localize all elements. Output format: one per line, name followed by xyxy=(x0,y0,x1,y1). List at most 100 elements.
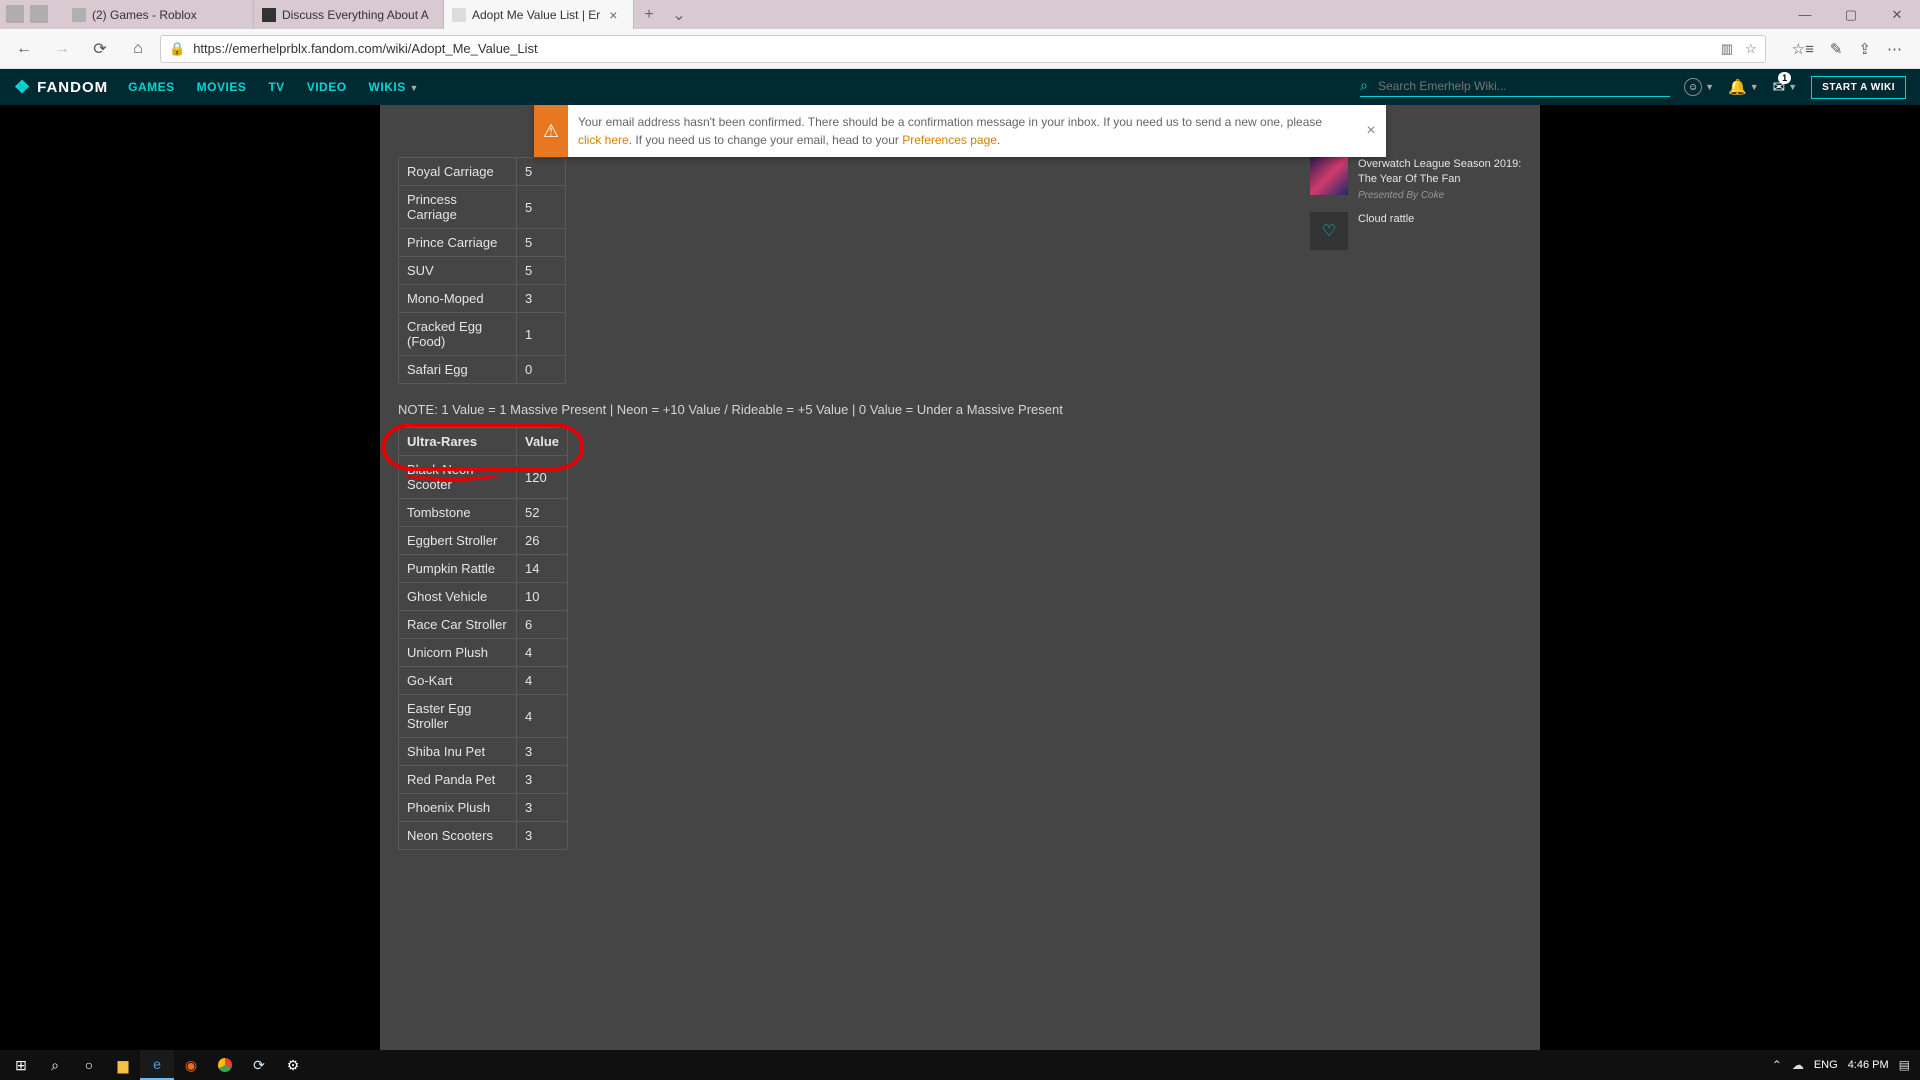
tab-label: Adopt Me Value List | Er xyxy=(472,8,600,22)
item-name: Black Neon Scooter xyxy=(399,456,517,499)
user-menu[interactable]: ☺ ▼ xyxy=(1684,78,1714,96)
tray-chevron-icon[interactable]: ⌃ xyxy=(1772,1058,1782,1072)
item-value: 120 xyxy=(517,456,568,499)
more-icon[interactable]: ⋯ xyxy=(1887,40,1902,58)
minimize-button[interactable]: — xyxy=(1782,0,1828,29)
table-row: Phoenix Plush3 xyxy=(399,794,568,822)
warning-icon: ⚠ xyxy=(534,105,568,157)
steam-icon[interactable]: ⟳ xyxy=(242,1050,276,1080)
tab-label: (2) Games - Roblox xyxy=(92,8,197,22)
close-button[interactable]: ✕ xyxy=(1874,0,1920,29)
forward-button[interactable]: → xyxy=(46,33,78,65)
bell-icon: 🔔 xyxy=(1728,78,1747,96)
thumb-image xyxy=(1310,212,1348,250)
address-bar[interactable]: 🔒 https://emerhelprblx.fandom.com/wiki/A… xyxy=(160,35,1766,63)
start-wiki-button[interactable]: START A WIKI xyxy=(1811,76,1906,99)
card-subtitle: Presented By Coke xyxy=(1358,189,1522,203)
nav-video[interactable]: VIDEO xyxy=(307,80,347,94)
item-value: 3 xyxy=(517,738,568,766)
item-name: Easter Egg Stroller xyxy=(399,695,517,738)
start-button[interactable]: ⊞ xyxy=(4,1050,38,1080)
onedrive-icon[interactable]: ☁ xyxy=(1792,1058,1804,1072)
tabs-overflow-button[interactable]: ⌄ xyxy=(664,0,694,29)
share-icon[interactable]: ⇪ xyxy=(1858,40,1871,58)
table-row: Royal Carriage5 xyxy=(399,158,566,186)
email-confirm-banner: ⚠ Your email address hasn't been confirm… xyxy=(534,105,1386,157)
new-tab-button[interactable]: + xyxy=(634,0,664,29)
item-name: Red Panda Pet xyxy=(399,766,517,794)
value-note: NOTE: 1 Value = 1 Massive Present | Neon… xyxy=(398,402,1290,417)
table-row: Race Car Stroller6 xyxy=(399,611,568,639)
language-indicator[interactable]: ENG xyxy=(1814,1059,1838,1071)
fandom-nav: GAMES MOVIES TV VIDEO WIKIS ▼ xyxy=(128,80,419,94)
windows-taskbar: ⊞ ⌕ ○ ▆ e ◉ ⟳ ⚙ ⌃ ☁ ENG 4:46 PM ▤ xyxy=(0,1050,1920,1080)
col-name: Ultra-Rares xyxy=(399,428,517,456)
item-name: Unicorn Plush xyxy=(399,639,517,667)
nav-wikis[interactable]: WIKIS ▼ xyxy=(369,80,419,94)
tab-adoptme-active[interactable]: Adopt Me Value List | Er × xyxy=(444,0,634,29)
banner-close-button[interactable]: × xyxy=(1356,105,1386,157)
tab-discuss[interactable]: Discuss Everything About A xyxy=(254,0,444,29)
messages-menu[interactable]: ✉ 1 ▼ xyxy=(1773,78,1798,96)
item-value: 3 xyxy=(517,822,568,850)
ultra-rares-table: Ultra-RaresValueBlack Neon Scooter120Tom… xyxy=(398,427,568,850)
favorite-icon[interactable]: ☆ xyxy=(1745,41,1757,57)
chrome-icon[interactable] xyxy=(208,1050,242,1080)
cortana-button[interactable]: ○ xyxy=(72,1050,106,1080)
item-name: Cracked Egg (Food) xyxy=(399,313,517,356)
settings-icon[interactable]: ⚙ xyxy=(276,1050,310,1080)
edge-icon[interactable]: e xyxy=(140,1050,174,1080)
system-tray: ⌃ ☁ ENG 4:46 PM ▤ xyxy=(1772,1058,1916,1072)
table-row: Cracked Egg (Food)1 xyxy=(399,313,566,356)
message-badge: 1 xyxy=(1778,72,1791,84)
tab-roblox[interactable]: (2) Games - Roblox xyxy=(64,0,254,29)
back-button[interactable]: ← xyxy=(8,33,40,65)
table-row: Unicorn Plush4 xyxy=(399,639,568,667)
item-value: 1 xyxy=(517,313,566,356)
notes-icon[interactable]: ✎ xyxy=(1830,40,1843,58)
table-row: Pumpkin Rattle14 xyxy=(399,555,568,583)
item-name: Prince Carriage xyxy=(399,229,517,257)
search-box[interactable]: ⌕ xyxy=(1360,77,1670,97)
page-viewport[interactable]: Royal Carriage5Princess Carriage5Prince … xyxy=(0,105,1920,1050)
table-row: Prince Carriage5 xyxy=(399,229,566,257)
clock[interactable]: 4:46 PM xyxy=(1848,1059,1889,1071)
item-name: Go-Kart xyxy=(399,667,517,695)
file-explorer-icon[interactable]: ▆ xyxy=(106,1050,140,1080)
main-column: Royal Carriage5Princess Carriage5Prince … xyxy=(398,157,1290,1050)
close-icon[interactable]: × xyxy=(606,8,620,22)
item-name: Shiba Inu Pet xyxy=(399,738,517,766)
notifications-menu[interactable]: 🔔 ▼ xyxy=(1728,78,1759,96)
item-value: 26 xyxy=(517,527,568,555)
search-input[interactable] xyxy=(1378,79,1670,93)
item-name: Neon Scooters xyxy=(399,822,517,850)
home-button[interactable]: ⌂ xyxy=(122,33,154,65)
nav-games[interactable]: GAMES xyxy=(128,80,175,94)
item-name: Eggbert Stroller xyxy=(399,527,517,555)
table-row: Eggbert Stroller26 xyxy=(399,527,568,555)
item-name: Pumpkin Rattle xyxy=(399,555,517,583)
item-value: 10 xyxy=(517,583,568,611)
reading-view-icon[interactable]: ▥ xyxy=(1721,41,1733,57)
item-value: 52 xyxy=(517,499,568,527)
sidebar-card-cloud-rattle[interactable]: Cloud rattle xyxy=(1310,212,1522,250)
fandom-logo[interactable]: ❖ FANDOM xyxy=(14,77,108,98)
sidebar-card-overwatch[interactable]: Overwatch League Season 2019: The Year O… xyxy=(1310,157,1522,202)
item-name: Tombstone xyxy=(399,499,517,527)
maximize-button[interactable]: ▢ xyxy=(1828,0,1874,29)
banner-preferences-link[interactable]: Preferences page xyxy=(902,133,997,147)
table-row: SUV5 xyxy=(399,257,566,285)
nav-movies[interactable]: MOVIES xyxy=(197,80,247,94)
banner-click-here-link[interactable]: click here xyxy=(578,133,629,147)
nav-tv[interactable]: TV xyxy=(268,80,284,94)
table-header: Ultra-RaresValue xyxy=(399,428,568,456)
lock-icon: 🔒 xyxy=(169,41,185,57)
search-button[interactable]: ⌕ xyxy=(38,1050,72,1080)
refresh-button[interactable]: ⟳ xyxy=(84,33,116,65)
action-center-icon[interactable]: ▤ xyxy=(1899,1058,1910,1072)
origin-icon[interactable]: ◉ xyxy=(174,1050,208,1080)
item-value: 14 xyxy=(517,555,568,583)
table-row: Black Neon Scooter120 xyxy=(399,456,568,499)
favorites-icon[interactable]: ☆≡ xyxy=(1792,40,1814,58)
browser-tab-strip: (2) Games - Roblox Discuss Everything Ab… xyxy=(0,0,1920,29)
